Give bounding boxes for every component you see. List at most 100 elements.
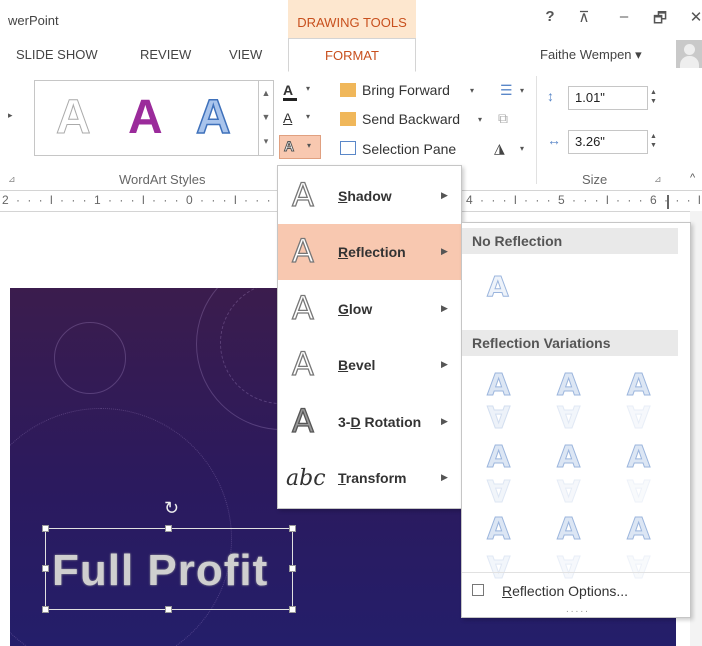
- collapse-ribbon-icon[interactable]: ^: [690, 172, 695, 184]
- tab-view[interactable]: VIEW: [229, 47, 262, 62]
- bring-forward-dropdown-icon[interactable]: ▾: [470, 86, 474, 95]
- reflection-mirror: A: [627, 472, 651, 508]
- size-dialog-launcher-icon[interactable]: ⊿: [654, 174, 662, 185]
- text-fill-color-bar: [283, 98, 297, 101]
- reflection-variation-half-4pt[interactable]: A: [556, 440, 580, 476]
- submenu-arrow-icon: ▶: [441, 246, 448, 256]
- menu-item-label: Shadow: [338, 188, 392, 204]
- ruler-indent-marker[interactable]: [667, 195, 669, 209]
- text-effects-menu: A Shadow ▶ A Reflection ▶ A Glow ▶ A Bev…: [277, 165, 462, 509]
- minimize-button[interactable]: –: [614, 8, 634, 25]
- close-button[interactable]: ✕: [686, 8, 702, 26]
- slide-title-text[interactable]: Full Profit: [52, 546, 268, 596]
- shape-height-field[interactable]: 1.01": [568, 86, 648, 110]
- dialog-launcher-icon[interactable]: ⊿: [8, 174, 16, 185]
- menu-item-3d-rotation[interactable]: A 3-D Rotation ▶: [278, 394, 461, 450]
- reflection-options-link[interactable]: Reflection Options...: [502, 583, 628, 599]
- shape-width-icon: ↔: [547, 132, 561, 148]
- send-backward-dropdown-icon[interactable]: ▾: [478, 115, 482, 124]
- selection-pane-icon: [340, 141, 356, 155]
- shape-width-field[interactable]: 3.26": [568, 130, 648, 154]
- reflection-variations-header: Reflection Variations: [462, 330, 678, 356]
- send-backward-icon: [340, 112, 356, 126]
- reflection-variation-full-8pt[interactable]: A: [626, 512, 650, 548]
- submenu-arrow-icon: ▶: [441, 359, 448, 369]
- resize-handle[interactable]: [165, 606, 172, 613]
- text-fill-dropdown-icon[interactable]: ▾: [306, 84, 310, 93]
- reflection-variation-tight-4pt[interactable]: A: [486, 440, 510, 476]
- no-reflection-header: No Reflection: [462, 228, 678, 254]
- no-reflection-option[interactable]: A: [487, 270, 510, 304]
- restore-button[interactable]: 🗗: [650, 8, 670, 33]
- resize-handle[interactable]: [289, 525, 296, 532]
- submenu-arrow-icon: ▶: [441, 472, 448, 482]
- align-dropdown-icon[interactable]: ▾: [520, 86, 524, 95]
- menu-item-shadow[interactable]: A Shadow ▶: [278, 168, 461, 224]
- align-icon[interactable]: ☰: [500, 82, 513, 99]
- reflection-icon: A: [291, 231, 314, 270]
- tab-slide-show[interactable]: SLIDE SHOW: [16, 47, 98, 62]
- width-spinner-icon[interactable]: ▲ ▼: [650, 132, 657, 150]
- rotate-handle-icon[interactable]: ↻: [164, 498, 179, 519]
- app-title: werPoint: [8, 13, 59, 28]
- shadow-icon: A: [291, 175, 314, 214]
- submenu-arrow-icon: ▶: [441, 190, 448, 200]
- reflection-variation-half-8pt[interactable]: A: [556, 512, 580, 548]
- avatar-body: [680, 56, 699, 68]
- resize-handle[interactable]: [42, 525, 49, 532]
- group-icon[interactable]: ⧉: [498, 110, 508, 127]
- help-button[interactable]: ?: [540, 8, 560, 25]
- resize-handle[interactable]: [42, 565, 49, 572]
- bevel-icon: A: [291, 344, 314, 383]
- text-effects-icon: A: [283, 138, 295, 155]
- user-account-name[interactable]: Faithe Wempen ▾: [540, 47, 642, 63]
- reflection-variation-tight-8pt[interactable]: A: [486, 512, 510, 548]
- resize-handle[interactable]: [289, 606, 296, 613]
- tab-review[interactable]: REVIEW: [140, 47, 191, 62]
- wordart-style-purple[interactable]: A: [128, 90, 163, 145]
- tab-format[interactable]: FORMAT: [288, 38, 416, 72]
- gallery-scroll-down-icon[interactable]: ▼: [258, 105, 273, 129]
- menu-item-label: Bevel: [338, 357, 376, 373]
- menu-item-bevel[interactable]: A Bevel ▶: [278, 337, 461, 393]
- text-fill-icon[interactable]: A: [283, 82, 293, 98]
- submenu-arrow-icon: ▶: [441, 416, 448, 426]
- text-outline-dropdown-icon[interactable]: ▾: [306, 112, 310, 121]
- menu-item-transform[interactable]: abc Transform ▶: [278, 450, 461, 506]
- rotate-icon[interactable]: ◮: [494, 140, 505, 157]
- reflection-variation-full-4pt[interactable]: A: [626, 440, 650, 476]
- resize-grip-icon[interactable]: .....: [566, 604, 590, 615]
- submenu-arrow-icon: ▶: [441, 303, 448, 313]
- selection-pane-button[interactable]: Selection Pane: [362, 141, 456, 157]
- menu-item-reflection[interactable]: A Reflection ▶: [278, 224, 461, 280]
- send-backward-button[interactable]: Send Backward: [362, 111, 460, 127]
- reflection-options-checkbox-icon: [472, 584, 484, 596]
- reflection-mirror: A: [557, 472, 581, 508]
- gallery-scroll-up-icon[interactable]: ▲: [258, 81, 273, 105]
- shape-height-icon: ↕: [547, 88, 554, 104]
- wordart-style-white[interactable]: A: [56, 90, 92, 145]
- ruler-left-ticks: 2 · · · l · · · 1 · · · l · · · 0 · · · …: [2, 193, 321, 207]
- text-effects-dropdown-icon: ▾: [307, 141, 312, 150]
- wordart-style-blue[interactable]: A: [195, 90, 231, 145]
- reflection-mirror: A: [487, 398, 511, 434]
- menu-item-label: Transform: [338, 470, 407, 486]
- gallery-more-icon[interactable]: ▾: [258, 129, 273, 155]
- ribbon-display-options-button[interactable]: ⊼: [574, 8, 594, 26]
- menu-item-label: Glow: [338, 301, 373, 317]
- glow-icon: A: [291, 288, 314, 327]
- size-group-label: Size: [582, 172, 608, 187]
- vertical-scrollbar[interactable]: [690, 211, 702, 646]
- rotate-dropdown-icon[interactable]: ▾: [520, 144, 524, 153]
- resize-handle[interactable]: [289, 565, 296, 572]
- height-spinner-icon[interactable]: ▲ ▼: [650, 88, 657, 106]
- reflection-mirror: A: [557, 398, 581, 434]
- resize-handle[interactable]: [42, 606, 49, 613]
- menu-item-label: 3-D Rotation: [338, 414, 422, 430]
- resize-handle[interactable]: [165, 525, 172, 532]
- bring-forward-button[interactable]: Bring Forward: [362, 82, 450, 98]
- menu-item-glow[interactable]: A Glow ▶: [278, 281, 461, 337]
- gallery-left-arrow-icon[interactable]: ▸: [8, 110, 13, 121]
- text-outline-icon[interactable]: A: [283, 110, 292, 126]
- group-divider: [536, 76, 537, 184]
